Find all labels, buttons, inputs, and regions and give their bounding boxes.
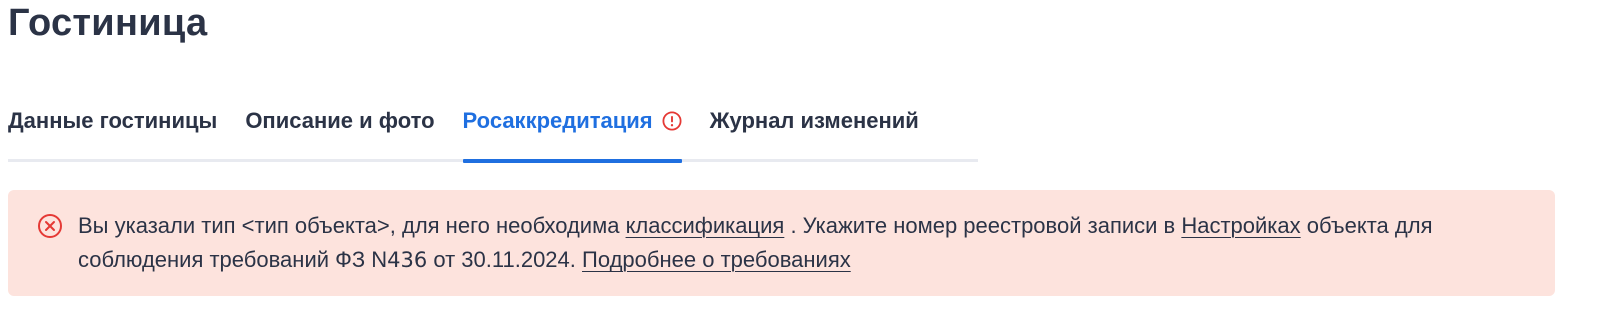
tab-label: Журнал изменений — [709, 108, 919, 133]
tab-description-photo[interactable]: Описание и фото — [245, 104, 434, 162]
tab-label: Описание и фото — [245, 108, 435, 133]
tab-rosaccreditation[interactable]: Росаккредитация — [462, 104, 682, 163]
alert-text: Вы указали тип <тип объекта>, для него н… — [78, 213, 626, 238]
alert-text: . Укажите номер реестровой записи в — [784, 213, 1182, 238]
alert-text: от 30.11.2024. — [427, 247, 583, 272]
settings-link[interactable]: Настройках — [1181, 213, 1300, 238]
error-alert: Вы указали тип <тип объекта>, для него н… — [8, 190, 1555, 296]
tab-change-log[interactable]: Журнал изменений — [710, 104, 919, 162]
tab-label: Росаккредитация — [462, 108, 653, 133]
error-circle-x-icon — [37, 213, 63, 239]
alert-message: Вы указали тип <тип объекта>, для него н… — [78, 209, 1518, 277]
exclamation-circle-icon — [662, 111, 682, 131]
page-title: Гостиница — [8, 2, 208, 44]
requirements-details-link[interactable]: Подробнее о требованиях — [582, 247, 851, 272]
tab-bar: Данные гостиницы Описание и фото Росаккр… — [8, 104, 978, 164]
tab-label: Данные гостиницы — [8, 108, 218, 133]
law-number: 436 — [387, 248, 428, 272]
page: Гостиница Данные гостиницы Описание и фо… — [0, 0, 1600, 314]
tab-hotel-data[interactable]: Данные гостиницы — [8, 104, 217, 162]
classification-link[interactable]: классификация — [626, 213, 785, 238]
